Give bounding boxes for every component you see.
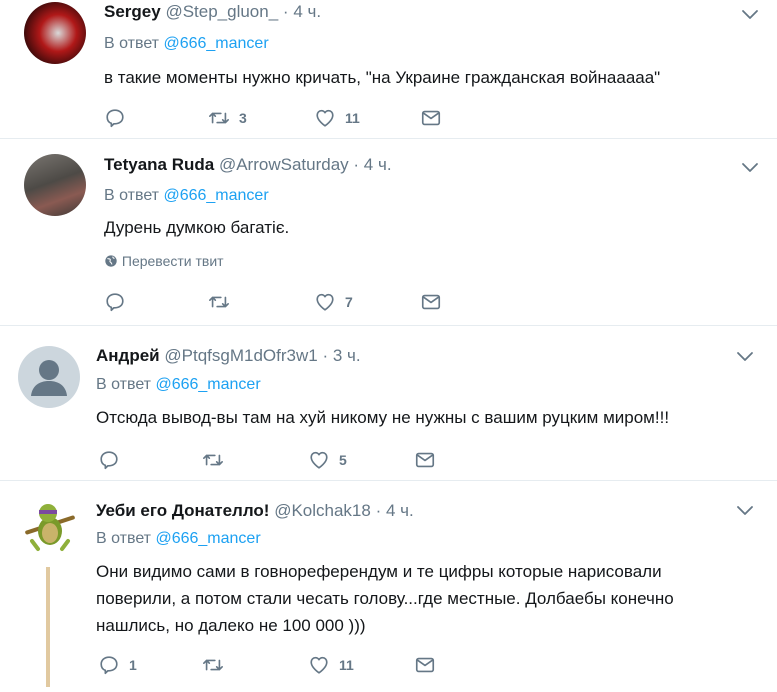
user-handle[interactable]: @Kolchak18 <box>274 501 371 520</box>
chevron-down-icon[interactable] <box>735 504 755 518</box>
separator-dot: · <box>322 346 329 365</box>
default-avatar-icon[interactable] <box>18 346 80 408</box>
envelope-icon <box>415 452 435 468</box>
avatar[interactable] <box>18 495 80 557</box>
dm-button[interactable] <box>414 448 436 472</box>
separator-dot: · <box>282 2 289 21</box>
chevron-down-icon[interactable] <box>740 161 760 175</box>
heart-icon <box>316 109 334 127</box>
retweet-icon <box>209 296 229 308</box>
tweet-text: в такие моменты нужно кричать, "на Украи… <box>104 68 661 87</box>
reply-context: В ответ @666_mancer <box>96 376 261 394</box>
reply-button[interactable]: 1 <box>98 653 137 677</box>
chevron-down-icon[interactable] <box>735 350 755 364</box>
user-handle[interactable]: @PtqfsgM1dOfr3w1 <box>164 346 317 365</box>
tweet-text-line: нашлись, но далеко не 100 000 ))) <box>96 616 366 635</box>
reply-context: В ответ @666_mancer <box>104 35 269 53</box>
like-button[interactable]: 7 <box>314 290 353 314</box>
reply-prefix: В ответ <box>104 35 160 52</box>
tweet-andrey[interactable]: Андрей @PtqfsgM1dOfr3w1 · 3 ч. В ответ @… <box>0 326 777 481</box>
dm-button[interactable] <box>420 106 442 130</box>
tweet-text-line: поверили, а потом стали чесать голову...… <box>96 589 674 608</box>
envelope-icon <box>415 657 435 673</box>
reply-icon <box>106 109 124 128</box>
reply-prefix: В ответ <box>96 530 152 547</box>
display-name[interactable]: Tetyana Ruda <box>104 155 214 174</box>
reply-icon <box>106 293 124 312</box>
timestamp[interactable]: 3 ч. <box>333 346 361 365</box>
reply-context: В ответ @666_mancer <box>96 530 261 548</box>
tweet-header: Sergey @Step_gluon_ · 4 ч. <box>104 2 321 22</box>
avatar[interactable] <box>24 2 86 64</box>
reply-button[interactable] <box>104 290 135 314</box>
reply-context: В ответ @666_mancer <box>104 187 269 205</box>
heart-icon <box>310 656 328 674</box>
like-button[interactable]: 5 <box>308 448 347 472</box>
tweet-text: Отсюда вывод-вы там на хуй никому не нуж… <box>96 408 670 427</box>
tweet-header: Уеби его Донателло! @Kolchak18 · 4 ч. <box>96 501 414 521</box>
tweet-sergey[interactable]: Sergey @Step_gluon_ · 4 ч. В ответ @666_… <box>0 0 777 139</box>
tweet-actions: 1 11 <box>98 653 438 677</box>
user-handle[interactable]: @Step_gluon_ <box>165 2 278 21</box>
tweet-text: Они видимо сами в говнореферендум и те ц… <box>96 558 756 639</box>
avatar[interactable] <box>24 154 86 216</box>
dm-button[interactable] <box>414 653 436 677</box>
retweet-icon <box>209 112 229 124</box>
timestamp[interactable]: 4 ч. <box>386 501 414 520</box>
retweet-button[interactable] <box>202 653 233 677</box>
reply-mention-link[interactable]: @666_mancer <box>163 187 268 204</box>
envelope-icon <box>421 110 441 126</box>
tweet-header: Андрей @PtqfsgM1dOfr3w1 · 3 ч. <box>96 346 361 366</box>
retweet-icon <box>203 454 223 466</box>
like-button[interactable]: 11 <box>308 653 354 677</box>
envelope-icon <box>421 294 441 310</box>
user-handle[interactable]: @ArrowSaturday <box>219 155 349 174</box>
chevron-down-icon[interactable] <box>740 8 760 22</box>
tweet-text-line: Они видимо сами в говнореферендум и те ц… <box>96 562 662 581</box>
display-name[interactable]: Sergey <box>104 2 161 21</box>
like-count: 7 <box>345 294 353 310</box>
dm-button[interactable] <box>420 290 442 314</box>
reply-icon <box>100 656 118 675</box>
tweet-actions: 3 11 <box>104 106 444 130</box>
timestamp[interactable]: 4 ч. <box>293 2 321 21</box>
timestamp[interactable]: 4 ч. <box>364 155 392 174</box>
reply-mention-link[interactable]: @666_mancer <box>155 530 260 547</box>
separator-dot: · <box>353 155 360 174</box>
reply-button[interactable] <box>104 106 135 130</box>
turtle-avatar-icon <box>25 504 75 551</box>
like-count: 11 <box>339 657 354 673</box>
tweet-actions: 5 <box>98 448 438 472</box>
thread-line <box>46 567 50 687</box>
tweet-header: Tetyana Ruda @ArrowSaturday · 4 ч. <box>104 155 392 175</box>
like-count: 5 <box>339 452 347 468</box>
display-name[interactable]: Уеби его Донателло! <box>96 501 269 520</box>
reply-prefix: В ответ <box>104 187 160 204</box>
retweet-button[interactable] <box>202 448 233 472</box>
tweet-donatello[interactable]: Уеби его Донателло! @Kolchak18 · 4 ч. В … <box>0 481 777 692</box>
like-button[interactable]: 11 <box>314 106 360 130</box>
reply-mention-link[interactable]: @666_mancer <box>163 35 268 52</box>
retweet-button[interactable] <box>208 290 239 314</box>
reply-icon <box>100 451 118 470</box>
retweet-count: 3 <box>239 110 247 126</box>
reply-prefix: В ответ <box>96 376 152 393</box>
display-name[interactable]: Андрей <box>96 346 160 365</box>
heart-icon <box>316 293 334 311</box>
retweet-button[interactable]: 3 <box>208 106 247 130</box>
reply-count: 1 <box>129 657 137 673</box>
person-silhouette-icon <box>31 360 67 396</box>
translate-link[interactable]: Перевести твит <box>104 253 224 269</box>
tweet-text: Дурень думкою багатіє. <box>104 218 290 237</box>
separator-dot: · <box>375 501 382 520</box>
globe-icon <box>105 255 117 267</box>
like-count: 11 <box>345 110 360 126</box>
reply-mention-link[interactable]: @666_mancer <box>155 376 260 393</box>
translate-label: Перевести твит <box>121 253 224 269</box>
heart-icon <box>310 451 328 469</box>
tweet-actions: 7 <box>104 290 444 314</box>
reply-button[interactable] <box>98 448 129 472</box>
retweet-icon <box>203 659 223 671</box>
tweet-tetyana[interactable]: Tetyana Ruda @ArrowSaturday · 4 ч. В отв… <box>0 139 777 326</box>
